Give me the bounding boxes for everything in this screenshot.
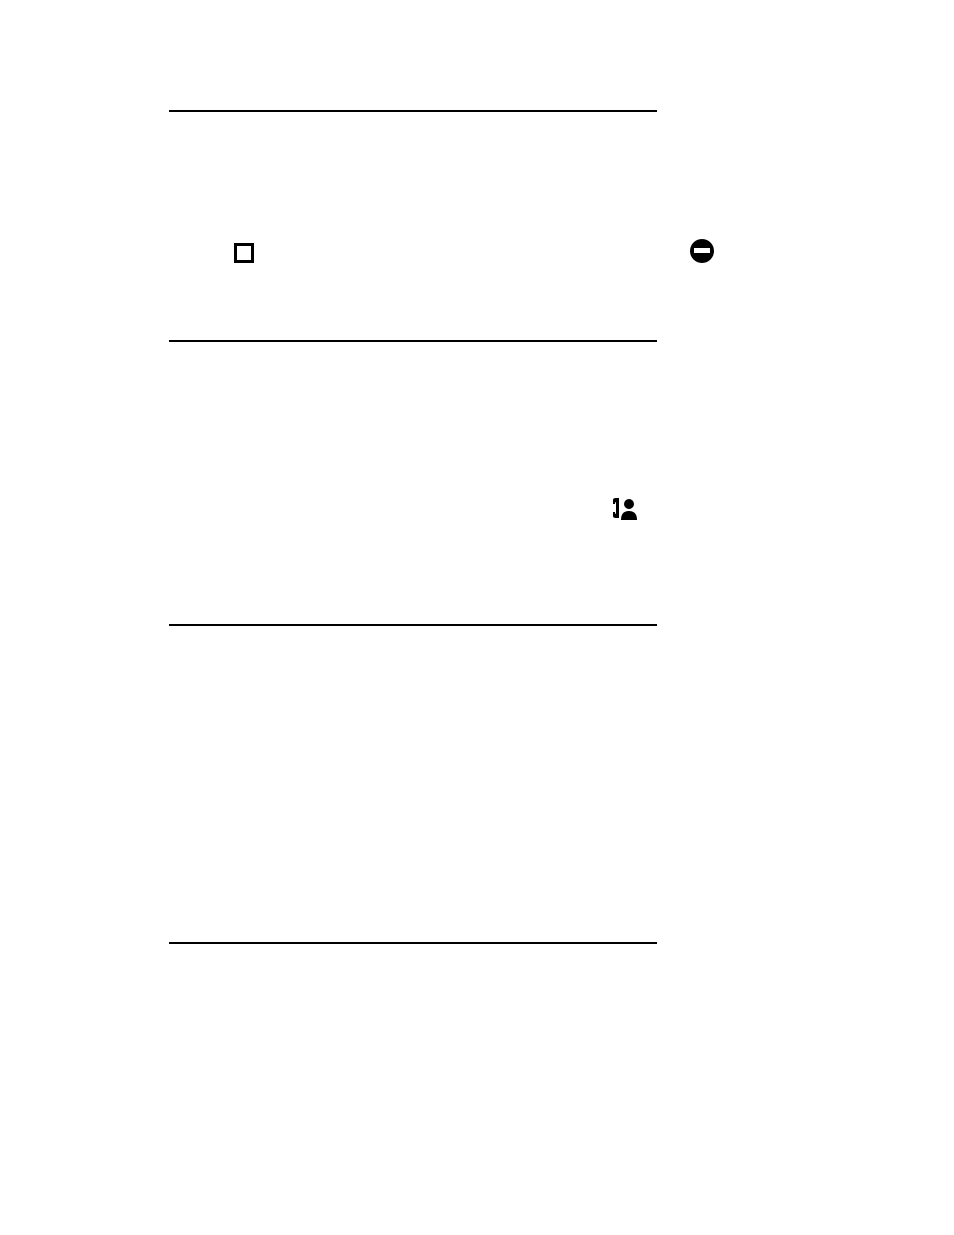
divider-2 xyxy=(169,340,657,342)
person-bracket-icon xyxy=(613,496,639,520)
square-outline-icon xyxy=(234,243,254,263)
no-entry-icon xyxy=(690,239,714,263)
divider-4 xyxy=(169,942,657,944)
divider-1 xyxy=(169,110,657,112)
divider-3 xyxy=(169,624,657,626)
